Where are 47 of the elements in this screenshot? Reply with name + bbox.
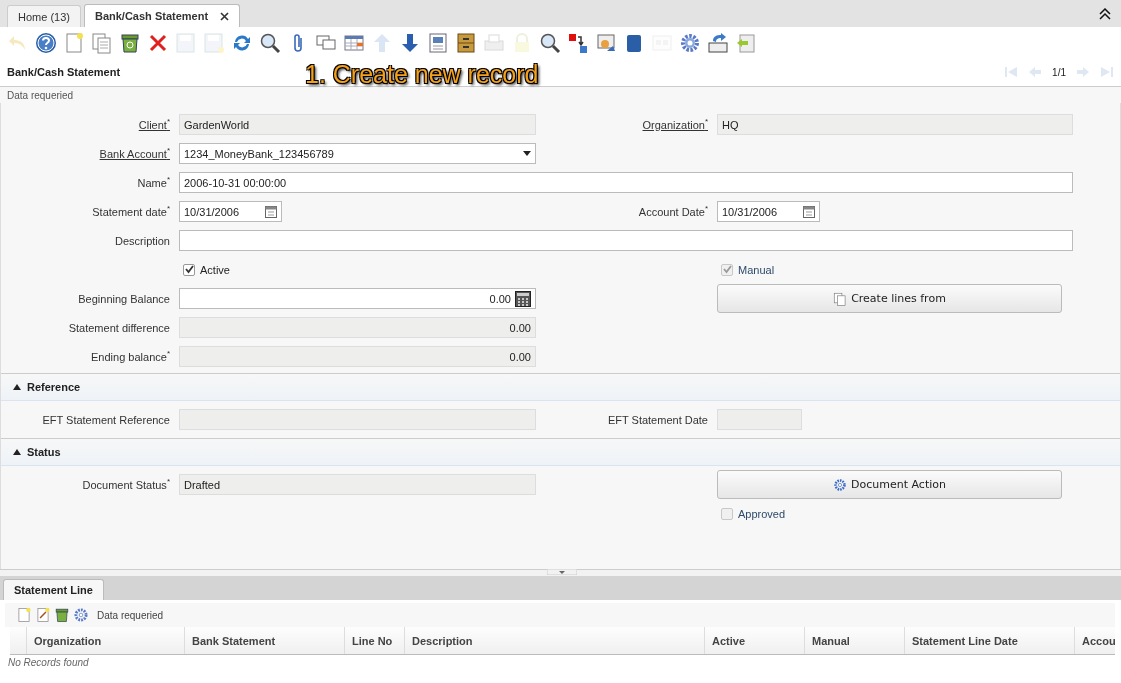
document-action-button[interactable]: Document Action bbox=[717, 470, 1062, 499]
section-header[interactable]: Status bbox=[1, 438, 1120, 466]
field-label: Statement date$^{*}$ bbox=[91, 205, 171, 218]
input-field[interactable]: GardenWorld bbox=[179, 114, 536, 135]
input-field[interactable]: Drafted bbox=[179, 474, 536, 495]
field-label: Beginning Balance bbox=[77, 292, 171, 305]
tutorial-caption: 1. Create new record bbox=[305, 60, 539, 89]
field-label: EFT Statement Date bbox=[606, 413, 709, 426]
column-header[interactable]: Organization bbox=[27, 627, 185, 654]
field-label[interactable]: Bank Account$^{*}$ bbox=[1, 147, 179, 160]
empty-table-message: No Records found bbox=[7, 656, 90, 670]
input-field[interactable]: 0.00 bbox=[179, 288, 536, 309]
column-header[interactable]: Description bbox=[405, 627, 705, 654]
field-label: EFT Statement Reference bbox=[41, 413, 171, 426]
checkbox-label: Active bbox=[200, 263, 230, 276]
field-label: Statement difference bbox=[67, 321, 171, 334]
checkbox-label: Manual bbox=[738, 263, 775, 276]
window-tab[interactable]: Bank/Cash Statement bbox=[83, 4, 241, 27]
column-header[interactable]: Active bbox=[705, 627, 805, 654]
field-label[interactable]: Organization$^{*}$ bbox=[536, 118, 717, 131]
status-message: Data requeried bbox=[97, 609, 164, 621]
field-label: Name$^{*}$ bbox=[136, 176, 171, 189]
input-field[interactable]: 0.00 bbox=[179, 317, 536, 338]
record-counter: 1/1 bbox=[1052, 66, 1066, 78]
field-label: Description bbox=[113, 234, 171, 247]
input-field[interactable]: 0.00 bbox=[179, 346, 536, 367]
date-field[interactable]: 10/31/2006 bbox=[179, 201, 282, 222]
column-header[interactable]: Accou bbox=[1075, 627, 1115, 654]
column-header[interactable]: Statement Line Date bbox=[905, 627, 1075, 654]
input-field[interactable]: 2006-10-31 00:00:00 bbox=[179, 172, 1073, 193]
create-lines-button[interactable]: Create lines from bbox=[717, 284, 1062, 313]
checkbox-label: Approved bbox=[738, 507, 786, 520]
date-field[interactable]: 10/31/2006 bbox=[717, 201, 820, 222]
column-header[interactable]: Line No bbox=[345, 627, 405, 654]
section-header[interactable]: Reference bbox=[1, 373, 1120, 401]
detail-tab[interactable]: Statement Line bbox=[3, 579, 104, 600]
field-label: Account Date$^{*}$ bbox=[637, 205, 709, 218]
column-header[interactable]: Bank Statement bbox=[185, 627, 345, 654]
status-message: Data requeried bbox=[7, 89, 74, 101]
dropdown-field[interactable]: 1234_MoneyBank_123456789 bbox=[179, 143, 536, 164]
field-label: Document Status$^{*}$ bbox=[81, 478, 171, 491]
column-header[interactable]: Manual bbox=[805, 627, 905, 654]
field-label[interactable]: Client$^{*}$ bbox=[1, 118, 179, 131]
window-tab[interactable]: Home (13) bbox=[7, 5, 81, 27]
field-label: Ending balance$^{*}$ bbox=[90, 350, 171, 363]
window-title: Bank/Cash Statement bbox=[7, 66, 121, 78]
input-field[interactable]: HQ bbox=[717, 114, 1073, 135]
